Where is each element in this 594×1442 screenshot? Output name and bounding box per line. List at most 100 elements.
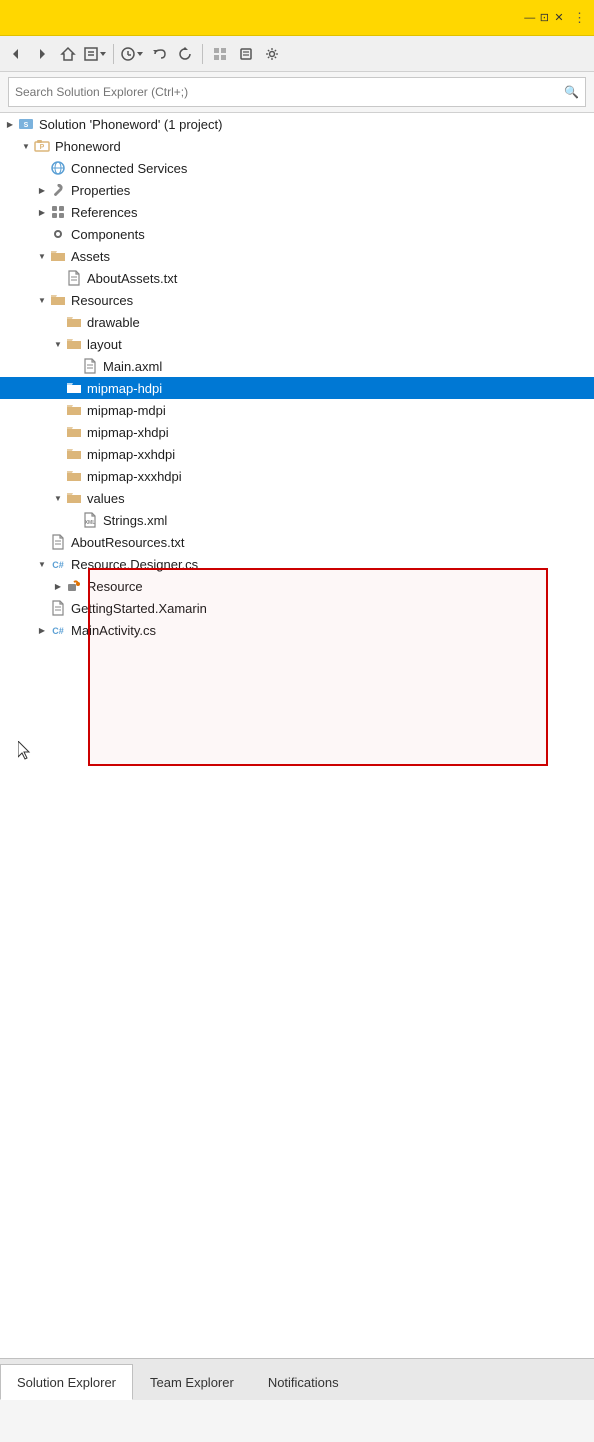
tree-item-connected-services[interactable]: Connected Services bbox=[0, 157, 594, 179]
item-icon bbox=[66, 402, 82, 418]
tree-item-properties[interactable]: ▶ Properties bbox=[0, 179, 594, 201]
title-bar-controls: — ⊡ ✕ ⋮ bbox=[522, 10, 586, 26]
float-button[interactable]: ⊡ bbox=[540, 11, 549, 24]
close-button[interactable]: ✕ bbox=[551, 10, 567, 26]
bottom-tab-notifications[interactable]: Notifications bbox=[251, 1364, 356, 1400]
item-label: Main.axml bbox=[103, 359, 162, 374]
tree-item-mipmap-xhdpi[interactable]: mipmap-xhdpi bbox=[0, 421, 594, 443]
item-label: Resource.Designer.cs bbox=[71, 557, 198, 572]
tree-item-values[interactable]: ▼ values bbox=[0, 487, 594, 509]
item-icon bbox=[50, 226, 66, 242]
forward-button[interactable] bbox=[30, 42, 54, 66]
svg-text:XML: XML bbox=[85, 520, 96, 526]
expand-arrow[interactable]: ▼ bbox=[36, 248, 48, 264]
main-content: — ⊡ ✕ ⋮ bbox=[0, 0, 594, 1400]
expand-arrow[interactable]: ▶ bbox=[4, 116, 16, 132]
tree-item-phoneword[interactable]: ▼ P Phoneword bbox=[0, 135, 594, 157]
item-icon bbox=[66, 314, 82, 330]
tree-item-about-assets[interactable]: AboutAssets.txt bbox=[0, 267, 594, 289]
search-input[interactable] bbox=[15, 85, 564, 99]
item-label: Phoneword bbox=[55, 139, 121, 154]
pin-button[interactable]: — bbox=[522, 10, 538, 26]
item-icon bbox=[50, 600, 66, 616]
more-button[interactable]: ⋮ bbox=[573, 10, 586, 26]
tree-item-mipmap-hdpi[interactable]: mipmap-hdpi bbox=[0, 377, 594, 399]
item-label: AboutResources.txt bbox=[71, 535, 184, 550]
back-button[interactable] bbox=[4, 42, 28, 66]
expand-arrow[interactable]: ▼ bbox=[52, 490, 64, 506]
tree-item-solution[interactable]: ▶ S Solution 'Phoneword' (1 project) bbox=[0, 113, 594, 135]
tree-item-about-resources[interactable]: AboutResources.txt bbox=[0, 531, 594, 553]
tree-item-components[interactable]: Components bbox=[0, 223, 594, 245]
expand-arrow[interactable]: ▶ bbox=[52, 578, 64, 594]
expand-arrow[interactable]: ▼ bbox=[20, 138, 32, 154]
tree-item-strings-xml[interactable]: XML Strings.xml bbox=[0, 509, 594, 531]
item-icon bbox=[50, 182, 66, 198]
item-icon bbox=[50, 248, 66, 264]
tree-item-resource-designer[interactable]: ▼ C# Resource.Designer.cs bbox=[0, 553, 594, 575]
refresh-button[interactable] bbox=[173, 42, 197, 66]
item-label: Properties bbox=[71, 183, 130, 198]
separator-2 bbox=[202, 44, 203, 64]
expand-arrow[interactable]: ▼ bbox=[52, 336, 64, 352]
item-icon bbox=[66, 336, 82, 352]
separator-1 bbox=[113, 44, 114, 64]
item-icon bbox=[66, 270, 82, 286]
item-icon bbox=[50, 204, 66, 220]
undo-button[interactable] bbox=[147, 42, 171, 66]
item-label: Components bbox=[71, 227, 145, 242]
tree-item-main-axml[interactable]: Main.axml bbox=[0, 355, 594, 377]
settings-button[interactable] bbox=[260, 42, 284, 66]
toolbar bbox=[0, 36, 594, 72]
tree-item-mipmap-xxxhdpi[interactable]: mipmap-xxxhdpi bbox=[0, 465, 594, 487]
item-label: layout bbox=[87, 337, 122, 352]
svg-text:P: P bbox=[40, 144, 45, 151]
expand-arrow[interactable]: ▼ bbox=[36, 556, 48, 572]
expand-arrow[interactable]: ▼ bbox=[36, 292, 48, 308]
tree-item-mipmap-xxhdpi[interactable]: mipmap-xxhdpi bbox=[0, 443, 594, 465]
tree-item-main-activity[interactable]: ▶ C# MainActivity.cs bbox=[0, 619, 594, 641]
bottom-tab-team-explorer[interactable]: Team Explorer bbox=[133, 1364, 251, 1400]
item-label: Solution 'Phoneword' (1 project) bbox=[39, 117, 222, 132]
item-icon bbox=[66, 446, 82, 462]
item-icon: C# bbox=[50, 622, 66, 638]
tree-item-assets[interactable]: ▼ Assets bbox=[0, 245, 594, 267]
item-icon bbox=[50, 292, 66, 308]
new-solution-dropdown[interactable] bbox=[82, 42, 108, 66]
item-icon: XML bbox=[82, 512, 98, 528]
item-icon bbox=[50, 534, 66, 550]
expand-arrow[interactable]: ▶ bbox=[36, 182, 48, 198]
item-icon bbox=[50, 160, 66, 176]
search-bar[interactable]: 🔍 bbox=[8, 77, 586, 107]
tree-item-layout[interactable]: ▼ layout bbox=[0, 333, 594, 355]
history-dropdown[interactable] bbox=[119, 42, 145, 66]
item-label: Resources bbox=[71, 293, 133, 308]
item-icon: P bbox=[34, 138, 50, 154]
item-label: AboutAssets.txt bbox=[87, 271, 177, 286]
tree-item-references[interactable]: ▶ References bbox=[0, 201, 594, 223]
svg-text:C#: C# bbox=[52, 560, 64, 570]
tree-item-resource-node[interactable]: ▶ Resource bbox=[0, 575, 594, 597]
item-icon bbox=[66, 424, 82, 440]
item-label: values bbox=[87, 491, 125, 506]
item-label: mipmap-xxxhdpi bbox=[87, 469, 182, 484]
item-label: drawable bbox=[87, 315, 140, 330]
title-bar: — ⊡ ✕ ⋮ bbox=[0, 0, 594, 36]
bottom-tab-solution-explorer[interactable]: Solution Explorer bbox=[0, 1364, 133, 1400]
item-label: Connected Services bbox=[71, 161, 187, 176]
item-icon bbox=[82, 358, 98, 374]
item-label: Strings.xml bbox=[103, 513, 167, 528]
tree-item-mipmap-mdpi[interactable]: mipmap-mdpi bbox=[0, 399, 594, 421]
expand-arrow[interactable]: ▶ bbox=[36, 204, 48, 220]
properties-button[interactable] bbox=[234, 42, 258, 66]
tree-container[interactable]: ▶ S Solution 'Phoneword' (1 project)▼ P … bbox=[0, 113, 594, 1400]
show-all-files-button[interactable] bbox=[208, 42, 232, 66]
item-label: References bbox=[71, 205, 137, 220]
tree-item-getting-started[interactable]: GettingStarted.Xamarin bbox=[0, 597, 594, 619]
svg-text:S: S bbox=[24, 122, 29, 129]
home-button[interactable] bbox=[56, 42, 80, 66]
item-label: mipmap-mdpi bbox=[87, 403, 166, 418]
tree-item-resources[interactable]: ▼ Resources bbox=[0, 289, 594, 311]
expand-arrow[interactable]: ▶ bbox=[36, 622, 48, 638]
tree-item-drawable[interactable]: drawable bbox=[0, 311, 594, 333]
